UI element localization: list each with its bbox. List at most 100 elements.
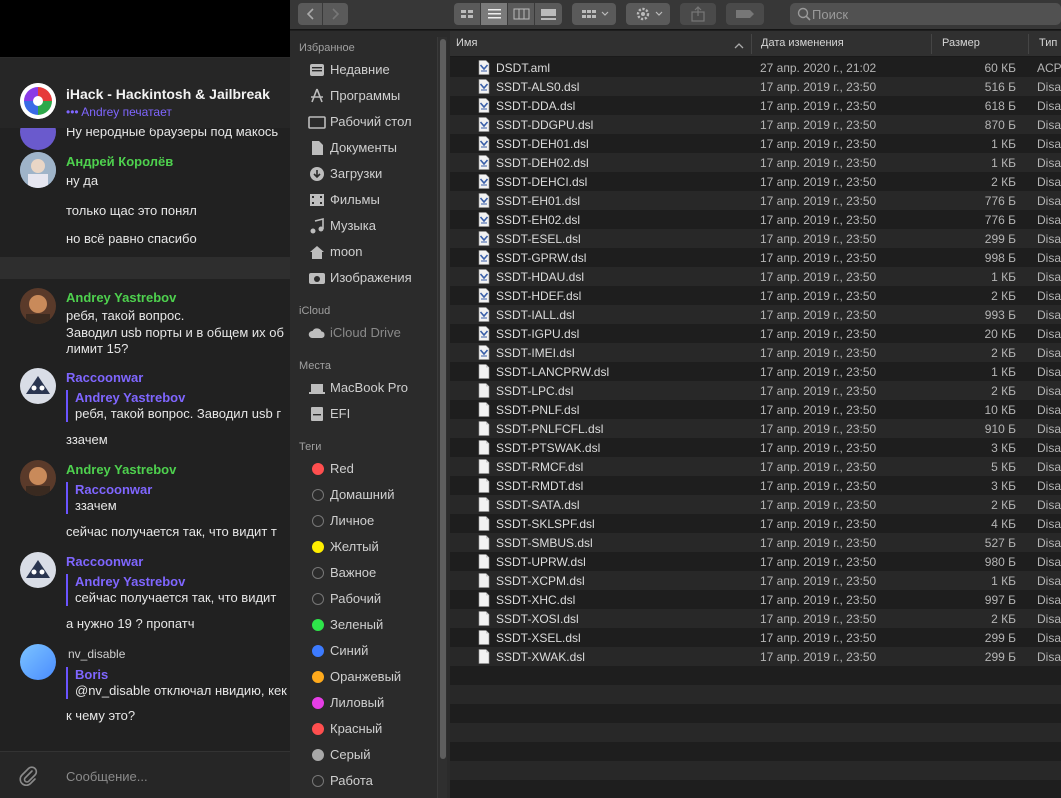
list-view-button[interactable] [481, 3, 508, 25]
sidebar-item[interactable]: MacBook Pro [306, 378, 446, 398]
sidebar-item[interactable]: Музыка [306, 216, 446, 236]
sender-name[interactable]: Raccoonwar [66, 554, 143, 569]
file-row[interactable]: SSDT-SATA.dsl 17 апр. 2019 г., 23:50 2 КБ D… [450, 495, 1061, 514]
file-row[interactable]: DSDT.aml 27 апр. 2020 г., 21:02 60 КБ ACPI [450, 58, 1061, 77]
file-row[interactable]: SSDT-XCPM.dsl 17 апр. 2019 г., 23:50 1 КБ D… [450, 571, 1061, 590]
file-row[interactable]: SSDT-DEH01.dsl 17 апр. 2019 г., 23:50 1 КБ… [450, 134, 1061, 153]
sidebar-scrollbar[interactable] [437, 37, 447, 798]
file-row[interactable]: SSDT-UPRW.dsl 17 апр. 2019 г., 23:50 980 Б… [450, 552, 1061, 571]
file-row[interactable]: SSDT-IGPU.dsl 17 апр. 2019 г., 23:50 20 КБ… [450, 324, 1061, 343]
message-input[interactable]: Сообщение... [66, 769, 148, 784]
sender-name[interactable]: Raccoonwar [66, 370, 143, 385]
column-date[interactable]: Дата изменения [761, 37, 844, 49]
action-button[interactable] [626, 3, 670, 25]
forward-button[interactable] [323, 3, 348, 25]
file-row[interactable]: SSDT-ESEL.dsl 17 апр. 2019 г., 23:50 299 Б… [450, 229, 1061, 248]
sidebar-tag[interactable]: Red [306, 459, 446, 479]
sidebar-tag[interactable]: Работа [306, 771, 446, 791]
file-row[interactable]: SSDT-DDA.dsl 17 апр. 2019 г., 23:50 618 Б D… [450, 96, 1061, 115]
avatar[interactable] [20, 644, 56, 680]
search-field[interactable]: Поиск [790, 3, 1061, 25]
sidebar-item[interactable]: Фильмы [306, 190, 446, 210]
column-view-button[interactable] [508, 3, 535, 25]
sender-name[interactable]: nv_disable [68, 646, 125, 662]
search-input[interactable]: Поиск [812, 7, 848, 22]
icon-view-button[interactable] [454, 3, 481, 25]
sidebar-item[interactable]: moon [306, 242, 446, 262]
file-row[interactable]: SSDT-EH01.dsl 17 апр. 2019 г., 23:50 776 Б… [450, 191, 1061, 210]
sidebar-tag[interactable]: Рабочий [306, 589, 446, 609]
file-row[interactable]: SSDT-EH02.dsl 17 апр. 2019 г., 23:50 776 Б… [450, 210, 1061, 229]
file-row[interactable]: SSDT-HDAU.dsl 17 апр. 2019 г., 23:50 1 КБ D… [450, 267, 1061, 286]
avatar[interactable] [20, 368, 56, 404]
file-row[interactable]: SSDT-RMCF.dsl 17 апр. 2019 г., 23:50 5 КБ D… [450, 457, 1061, 476]
avatar[interactable] [20, 288, 56, 324]
sidebar-item[interactable]: Рабочий стол [306, 112, 446, 132]
column-name[interactable]: Имя [456, 37, 477, 49]
paperclip-icon[interactable] [18, 765, 38, 792]
sidebar-tag[interactable]: Оранжевый [306, 667, 446, 687]
file-row[interactable]: SSDT-PNLFCFL.dsl 17 апр. 2019 г., 23:50 91… [450, 419, 1061, 438]
file-row[interactable]: SSDT-SKLSPF.dsl 17 апр. 2019 г., 23:50 4 К… [450, 514, 1061, 533]
sidebar-item[interactable]: Документы [306, 138, 446, 158]
file-row[interactable]: SSDT-RMDT.dsl 17 апр. 2019 г., 23:50 3 КБ D… [450, 476, 1061, 495]
avatar[interactable] [20, 460, 56, 496]
file-row[interactable]: SSDT-HDEF.dsl 17 апр. 2019 г., 23:50 2 КБ D… [450, 286, 1061, 305]
message-composer[interactable]: Сообщение... [0, 751, 300, 798]
sidebar-tag[interactable]: Красный [306, 719, 446, 739]
group-button[interactable] [572, 3, 616, 25]
back-button[interactable] [298, 3, 323, 25]
sidebar-tag[interactable]: Личное [306, 511, 446, 531]
file-row[interactable]: SSDT-DEHCI.dsl 17 апр. 2019 г., 23:50 2 КБ… [450, 172, 1061, 191]
sidebar-item[interactable]: EFI [306, 404, 446, 424]
file-row[interactable]: SSDT-DEH02.dsl 17 апр. 2019 г., 23:50 1 КБ… [450, 153, 1061, 172]
sender-name[interactable]: Andrey Yastrebov [66, 290, 176, 305]
sidebar-tag[interactable]: Лиловый [306, 693, 446, 713]
reply-quote[interactable]: Andrey Yastrebov ребя, такой вопрос. Зав… [66, 390, 281, 422]
file-row[interactable]: SSDT-GPRW.dsl 17 апр. 2019 г., 23:50 998 Б… [450, 248, 1061, 267]
sender-name[interactable]: Андрей Королёв [66, 154, 173, 169]
sidebar-item-icloud-drive[interactable]: iCloud Drive [306, 323, 446, 343]
file-row[interactable]: SSDT-ALS0.dsl 17 апр. 2019 г., 23:50 516 Б… [450, 77, 1061, 96]
reply-quote[interactable]: Raccoonwar ззачем [66, 482, 152, 514]
column-divider[interactable] [1028, 34, 1029, 54]
message-list[interactable]: Ну неродные браузеры под макось Андрей К… [0, 120, 300, 750]
file-row[interactable]: SSDT-IALL.dsl 17 апр. 2019 г., 23:50 993 Б… [450, 305, 1061, 324]
file-row[interactable]: SSDT-LANCPRW.dsl 17 апр. 2019 г., 23:50 1 … [450, 362, 1061, 381]
scrollbar-thumb[interactable] [440, 39, 446, 759]
sidebar-tag[interactable]: Синий [306, 641, 446, 661]
reply-quote[interactable]: Boris @nv_disable отключал нвидию, кек [66, 667, 287, 699]
sort-chevron-icon[interactable] [734, 38, 744, 56]
sidebar-item[interactable]: Загрузки [306, 164, 446, 184]
sidebar-item[interactable]: Программы [306, 86, 446, 106]
reply-quote[interactable]: Andrey Yastrebov сейчас получается так, … [66, 574, 276, 606]
file-row[interactable]: SSDT-IMEI.dsl 17 апр. 2019 г., 23:50 2 КБ D… [450, 343, 1061, 362]
sidebar-tag[interactable]: Важное [306, 563, 446, 583]
file-row[interactable]: SSDT-XHC.dsl 17 апр. 2019 г., 23:50 997 Б D… [450, 590, 1061, 609]
column-divider[interactable] [931, 34, 932, 54]
chat-header[interactable]: iHack - Hackintosh & Jailbreak ••• Andre… [0, 58, 300, 128]
file-row[interactable]: SSDT-PNLF.dsl 17 апр. 2019 г., 23:50 10 КБ… [450, 400, 1061, 419]
share-button[interactable] [680, 3, 716, 25]
column-type[interactable]: Тип [1039, 37, 1057, 49]
file-row[interactable]: SSDT-XOSI.dsl 17 апр. 2019 г., 23:50 2 КБ D… [450, 609, 1061, 628]
sidebar-item[interactable]: Недавние [306, 60, 446, 80]
chat-title[interactable]: iHack - Hackintosh & Jailbreak [66, 86, 270, 102]
avatar[interactable] [20, 552, 56, 588]
file-row[interactable]: SSDT-SMBUS.dsl 17 апр. 2019 г., 23:50 527 … [450, 533, 1061, 552]
sidebar-tag[interactable]: Зеленый [306, 615, 446, 635]
file-row[interactable]: SSDT-DDGPU.dsl 17 апр. 2019 г., 23:50 870 … [450, 115, 1061, 134]
file-row[interactable]: SSDT-XSEL.dsl 17 апр. 2019 г., 23:50 299 Б… [450, 628, 1061, 647]
file-row[interactable]: SSDT-XWAK.dsl 17 апр. 2019 г., 23:50 299 Б… [450, 647, 1061, 666]
tags-button[interactable] [726, 3, 764, 25]
sidebar-tag[interactable]: Серый [306, 745, 446, 765]
column-divider[interactable] [751, 34, 752, 54]
file-list[interactable]: Имя Дата изменения Размер Тип DSDT.aml 27… [450, 31, 1061, 798]
sender-name[interactable]: Andrey Yastrebov [66, 462, 176, 477]
sidebar-tag[interactable]: Желтый [306, 537, 446, 557]
sidebar-item[interactable]: Изображения [306, 268, 446, 288]
file-row[interactable]: SSDT-PTSWAK.dsl 17 апр. 2019 г., 23:50 3 К… [450, 438, 1061, 457]
gallery-view-button[interactable] [535, 3, 562, 25]
chat-avatar[interactable] [20, 83, 56, 119]
column-size[interactable]: Размер [942, 37, 980, 49]
